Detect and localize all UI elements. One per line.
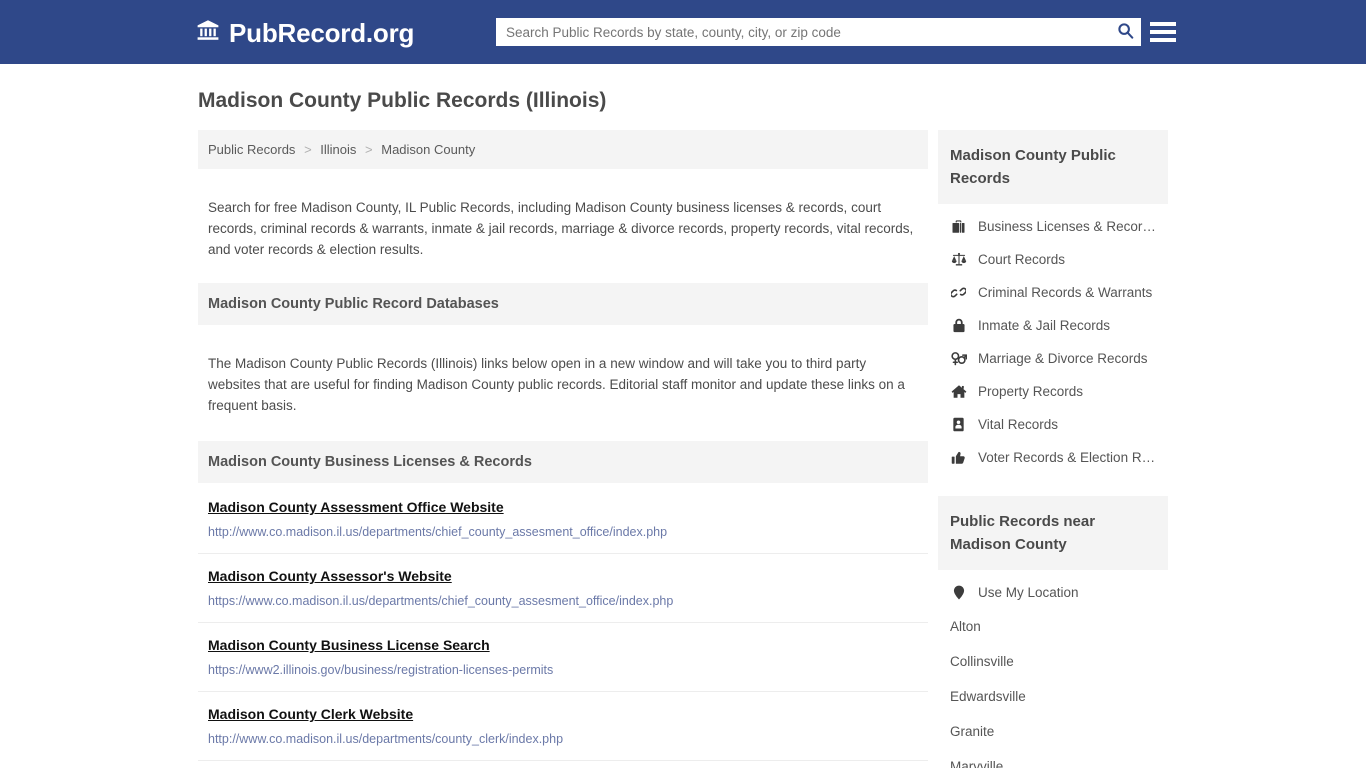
sidebar-item-label: Voter Records & Election R… [978,450,1156,465]
sidebar-item-label: Business Licenses & Records [978,219,1156,234]
list-item: Madison County Clerk Website http://www.… [198,692,928,761]
breadcrumb-separator: > [365,142,373,157]
sidebar: Madison County Public Records Business L… [928,130,1168,768]
sidebar-item-label: Marriage & Divorce Records [978,351,1148,366]
hamburger-menu-icon [1150,38,1176,42]
sidebar-records-list: Business Licenses & Records Court Record… [938,204,1168,478]
id-badge-icon [950,417,967,432]
sidebar-item-city-edwardsville[interactable]: Edwardsville [938,679,1168,714]
sidebar-item-vital-records[interactable]: Vital Records [938,408,1168,441]
search-bar [496,18,1141,46]
link-url[interactable]: https://www.co.madison.il.us/departments… [208,593,918,609]
business-links-list: Madison County Assessment Office Website… [198,485,928,768]
sidebar-item-marriage-divorce-records[interactable]: Marriage & Divorce Records [938,342,1168,375]
sidebar-item-label: Criminal Records & Warrants [978,285,1153,300]
list-item: Madison County Assessor's Website https:… [198,554,928,623]
sidebar-item-criminal-records[interactable]: Criminal Records & Warrants [938,276,1168,309]
sidebar-item-label: Vital Records [978,417,1059,432]
breadcrumb-item-public-records[interactable]: Public Records [208,142,295,157]
search-icon [1117,22,1134,42]
thumbs-up-icon [950,450,967,465]
sidebar-item-label: Use My Location [978,585,1079,600]
sidebar-item-use-my-location[interactable]: Use My Location [938,576,1168,609]
search-button[interactable] [1109,18,1141,46]
home-icon [950,384,967,399]
hamburger-menu-icon [1150,22,1176,26]
content-columns: Public Records > Illinois > Madison Coun… [198,130,1168,768]
list-item: Madison County Assessment Office Website… [198,485,928,554]
venus-mars-icon [950,351,967,366]
sidebar-item-label: Court Records [978,252,1066,267]
handcuffs-icon [950,285,967,300]
briefcase-icon [950,219,967,234]
sidebar-records-box: Madison County Public Records Business L… [938,130,1168,478]
link-url[interactable]: http://www.co.madison.il.us/departments/… [208,731,918,747]
page-content: Madison County Public Records (Illinois)… [0,64,1366,768]
sidebar-item-label: Property Records [978,384,1084,399]
link-title[interactable]: Madison County Business License Search [208,636,490,655]
databases-section-heading: Madison County Public Record Databases [198,283,928,325]
site-logo-text: PubRecord.org [229,17,415,48]
breadcrumb-separator: > [304,142,312,157]
sidebar-item-label: Inmate & Jail Records [978,318,1111,333]
sidebar-item-city-collinsville[interactable]: Collinsville [938,644,1168,679]
sidebar-item-voter-records[interactable]: Voter Records & Election R… [938,441,1168,474]
hamburger-menu-icon [1150,30,1176,34]
map-pin-icon [950,585,967,600]
sidebar-item-city-granite[interactable]: Granite [938,714,1168,749]
breadcrumb-item-madison-county: Madison County [381,142,476,157]
link-url[interactable]: http://www.co.madison.il.us/departments/… [208,524,918,540]
link-title[interactable]: Madison County Clerk Website [208,705,413,724]
intro-paragraph: Search for free Madison County, IL Publi… [208,199,914,257]
sidebar-item-business-licenses[interactable]: Business Licenses & Records [938,210,1168,243]
sidebar-nearby-box: Public Records near Madison County Use M… [938,496,1168,768]
sidebar-nearby-heading: Public Records near Madison County [938,496,1168,570]
lock-icon [950,318,967,333]
list-item: Madison County Business License Search h… [198,623,928,692]
sidebar-records-heading: Madison County Public Records [938,130,1168,204]
hamburger-menu-button[interactable] [1150,17,1176,47]
sidebar-item-inmate-jail-records[interactable]: Inmate & Jail Records [938,309,1168,342]
databases-section-body: The Madison County Public Records (Illin… [208,355,905,413]
sidebar-item-city-maryville[interactable]: Maryville [938,749,1168,768]
sidebar-item-property-records[interactable]: Property Records [938,375,1168,408]
breadcrumb: Public Records > Illinois > Madison Coun… [198,130,928,169]
site-header: PubRecord.org [0,0,1366,64]
sidebar-item-city-alton[interactable]: Alton [938,609,1168,644]
breadcrumb-item-illinois[interactable]: Illinois [320,142,356,157]
page-title: Madison County Public Records (Illinois) [198,89,607,112]
bank-building-icon [196,18,220,47]
sidebar-item-court-records[interactable]: Court Records [938,243,1168,276]
main-column: Public Records > Illinois > Madison Coun… [198,130,928,768]
list-item: Madison County Clerk's Office Business I… [198,761,928,768]
link-title[interactable]: Madison County Assessment Office Website [208,498,504,517]
scales-balance-icon [950,252,967,267]
site-logo-link[interactable]: PubRecord.org [196,18,414,47]
link-title[interactable]: Madison County Assessor's Website [208,567,452,586]
business-section-heading: Madison County Business Licenses & Recor… [198,441,928,483]
sidebar-nearby-list: Use My Location Alton Collinsville Edwar… [938,570,1168,768]
link-url[interactable]: https://www2.illinois.gov/business/regis… [208,662,918,678]
search-input[interactable] [496,19,1109,45]
